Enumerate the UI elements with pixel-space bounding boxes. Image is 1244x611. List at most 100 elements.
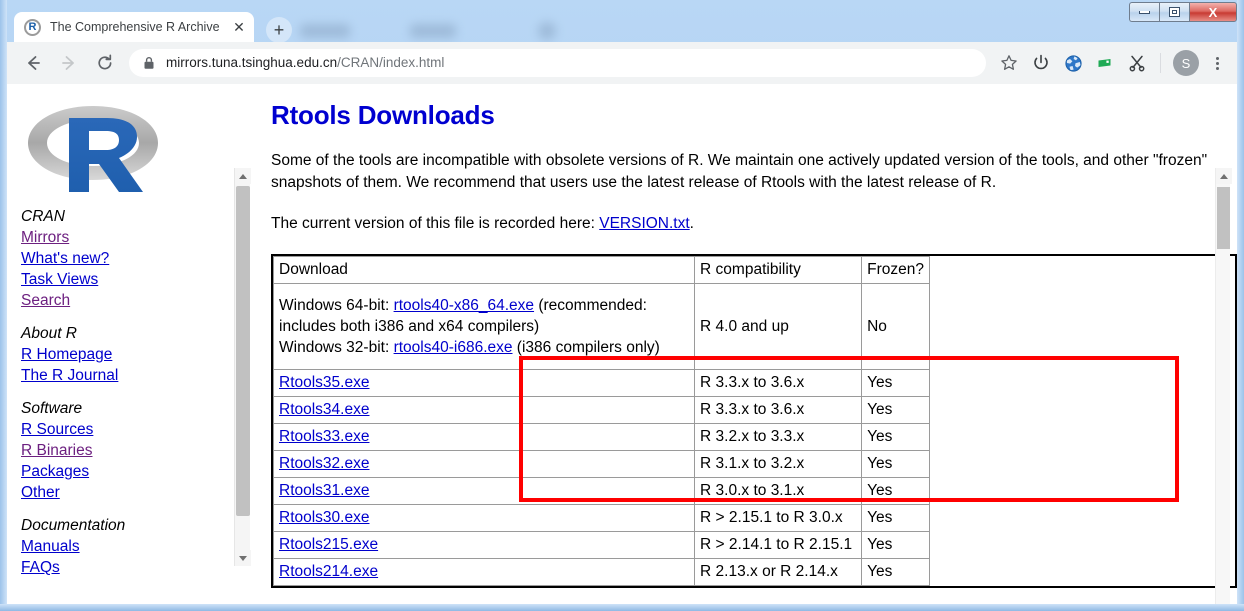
sidebar-item-what-s-new[interactable]: What's new? <box>21 248 235 269</box>
download-link[interactable]: rtools40-x86_64.exe <box>394 297 534 314</box>
cell-download: Rtools34.exe <box>272 396 696 424</box>
sidebar-section-heading: About R <box>21 325 78 342</box>
chevron-up-icon <box>1220 173 1228 179</box>
sidebar-item-faqs[interactable]: FAQs <box>21 557 235 578</box>
version-paragraph-suffix: . <box>689 215 694 232</box>
menu-dot <box>1215 56 1219 60</box>
tab-close-icon[interactable]: ✕ <box>230 20 248 34</box>
lock-icon <box>144 57 154 69</box>
download-text: (i386 compilers only) <box>512 338 660 356</box>
scissors-icon[interactable] <box>1122 48 1152 78</box>
bookmark-star-icon[interactable] <box>994 48 1024 78</box>
forward-button[interactable] <box>53 47 85 79</box>
sidebar-item-search[interactable]: Search <box>21 290 235 311</box>
cell-compatibility: R 3.2.x to 3.3.x <box>694 423 863 451</box>
download-link[interactable]: Rtools32.exe <box>279 455 369 472</box>
cell-compatibility: R 4.0 and up <box>694 283 863 370</box>
cell-compatibility: R 3.3.x to 3.6.x <box>694 396 863 424</box>
window-controls: X <box>1129 2 1237 22</box>
sidebar-item-task-views[interactable]: Task Views <box>21 269 235 290</box>
download-link[interactable]: Rtools34.exe <box>279 401 369 418</box>
sidebar-scroll-up-arrow[interactable] <box>235 168 251 184</box>
r-favicon-icon: R <box>24 18 41 36</box>
table-body: Windows 64-bit: rtools40-x86_64.exe (rec… <box>272 283 930 586</box>
download-link[interactable]: rtools40-i686.exe <box>394 339 513 356</box>
cell-frozen: Yes <box>861 423 930 451</box>
sidebar-item-r-binaries[interactable]: R Binaries <box>21 440 235 461</box>
sidebar-item-other[interactable]: Other <box>21 482 235 503</box>
window-frame-left <box>0 0 7 611</box>
cell-compatibility: R 3.1.x to 3.2.x <box>694 450 863 478</box>
back-button[interactable] <box>17 47 49 79</box>
page-scroll-up-arrow[interactable] <box>1216 168 1232 184</box>
toolbar-divider <box>1160 53 1161 73</box>
sidebar-item-mirrors[interactable]: Mirrors <box>21 227 235 248</box>
cell-compatibility: R 3.3.x to 3.6.x <box>694 369 863 397</box>
reload-icon <box>98 54 112 70</box>
sidebar-item-manuals[interactable]: Manuals <box>21 536 235 557</box>
sidebar-scroll-thumb[interactable] <box>236 186 250 516</box>
sidebar-scroll-down-arrow[interactable] <box>235 550 251 566</box>
browser-tab[interactable]: R The Comprehensive R Archive ✕ <box>14 12 254 42</box>
cell-compatibility: R 3.0.x to 3.1.x <box>694 477 863 505</box>
minimize-icon <box>1139 10 1150 14</box>
column-header-frozen: Frozen? <box>861 256 930 284</box>
sidebar-item-the-r-journal[interactable]: The R Journal <box>21 365 235 386</box>
globe-icon[interactable] <box>1058 48 1088 78</box>
sidebar-section-heading: Software <box>21 400 83 417</box>
cell-frozen: Yes <box>861 396 930 424</box>
browser-menu-button[interactable] <box>1205 56 1229 70</box>
table-header-row: Download R compatibility Frozen? <box>272 256 930 284</box>
profile-avatar[interactable]: S <box>1173 50 1199 76</box>
reload-button[interactable] <box>89 47 121 79</box>
download-link[interactable]: Rtools33.exe <box>279 428 369 445</box>
downloads-table-wrapper: Download R compatibility Frozen? Windows… <box>271 254 1237 588</box>
version-txt-link[interactable]: VERSION.txt <box>599 215 689 232</box>
cell-download: Rtools30.exe <box>272 504 696 532</box>
sidebar-item-r-homepage[interactable]: R Homepage <box>21 344 235 365</box>
maximize-button[interactable] <box>1159 2 1189 22</box>
cell-download: Rtools214.exe <box>272 558 696 586</box>
download-link[interactable]: Rtools215.exe <box>279 536 378 553</box>
table-row: Rtools215.exe R > 2.14.1 to R 2.15.1 Yes <box>272 531 930 559</box>
version-paragraph: The current version of this file is reco… <box>271 213 1213 235</box>
table-row: Rtools32.exe R 3.1.x to 3.2.x Yes <box>272 450 930 478</box>
column-header-download: Download <box>272 256 696 284</box>
download-link[interactable]: Rtools35.exe <box>279 374 369 391</box>
table-head: Download R compatibility Frozen? <box>272 256 930 284</box>
url-domain: mirrors.tuna.tsinghua.edu.cn <box>166 56 338 70</box>
blurred-background-items <box>300 18 590 44</box>
download-link[interactable]: Rtools30.exe <box>279 509 369 526</box>
sidebar-item-packages[interactable]: Packages <box>21 461 235 482</box>
table-row: Rtools34.exe R 3.3.x to 3.6.x Yes <box>272 396 930 424</box>
minimize-button[interactable] <box>1129 2 1159 22</box>
tab-strip: R The Comprehensive R Archive ✕ + X <box>0 0 1244 44</box>
browser-window: R The Comprehensive R Archive ✕ + X mirr… <box>0 0 1244 611</box>
menu-dot <box>1215 61 1219 65</box>
power-icon[interactable] <box>1026 48 1056 78</box>
menu-dot <box>1215 66 1219 70</box>
cell-frozen: Yes <box>861 450 930 478</box>
version-paragraph-prefix: The current version of this file is reco… <box>271 215 600 232</box>
chevron-up-icon <box>239 173 247 179</box>
page-scroll-thumb[interactable] <box>1217 187 1230 249</box>
table-row: Rtools214.exe R 2.13.x or R 2.14.x Yes <box>272 558 930 586</box>
download-link[interactable]: Rtools214.exe <box>279 563 378 580</box>
sidebar-item-r-sources[interactable]: R Sources <box>21 419 235 440</box>
table-row: Rtools33.exe R 3.2.x to 3.3.x Yes <box>272 423 930 451</box>
new-tab-button[interactable]: + <box>266 17 292 43</box>
close-icon: X <box>1208 4 1218 20</box>
browser-toolbar: mirrors.tuna.tsinghua.edu.cn/CRAN/index.… <box>7 42 1237 84</box>
cell-download: Rtools31.exe <box>272 477 696 505</box>
table-row: Rtools35.exe R 3.3.x to 3.6.x Yes <box>272 369 930 397</box>
sidebar-section-heading: Documentation <box>21 517 126 534</box>
page-scrollbar[interactable] <box>1215 168 1232 604</box>
close-window-button[interactable]: X <box>1189 2 1237 22</box>
green-note-icon[interactable] <box>1090 48 1120 78</box>
address-bar[interactable]: mirrors.tuna.tsinghua.edu.cn/CRAN/index.… <box>129 49 986 77</box>
download-link[interactable]: Rtools31.exe <box>279 482 369 499</box>
sidebar-scrollbar[interactable] <box>234 168 251 566</box>
cell-compatibility: R > 2.14.1 to R 2.15.1 <box>694 531 863 559</box>
cell-download: Rtools32.exe <box>272 450 696 478</box>
table-row: Rtools31.exe R 3.0.x to 3.1.x Yes <box>272 477 930 505</box>
